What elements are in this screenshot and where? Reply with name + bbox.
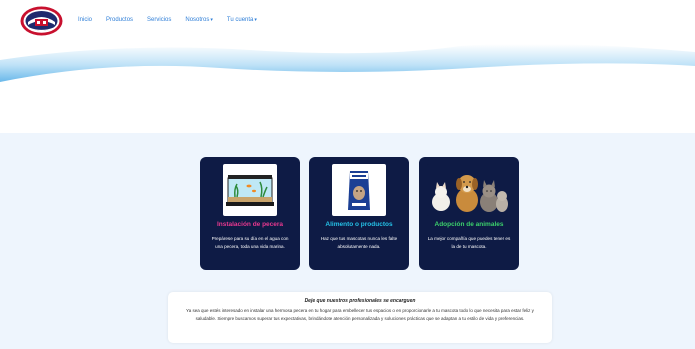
card-description: Prepárese para su día en el agua con una… [211, 236, 289, 249]
card-description: La mejor compañía que puedes tener es la… [427, 236, 511, 249]
card-title: Alimento o productos [325, 221, 393, 228]
header-wave [0, 44, 695, 82]
info-box: Deje que nuestros profesionales se encar… [168, 292, 552, 343]
aquarium-image [223, 164, 277, 216]
nav-link-servicios[interactable]: Servicios [147, 17, 171, 23]
card-title: Instalación de pecera [216, 221, 284, 228]
card-description: Haz que tus mascotas nunca les falte abs… [320, 236, 398, 249]
nav-links: Inicio Productos Servicios Nosotros▾ Tu … [78, 17, 271, 23]
info-text: Ya sea que estés interesado en instalar … [186, 308, 534, 321]
card-title: Adopción de animales [434, 221, 504, 228]
pet-food-bag-image [332, 164, 386, 216]
service-card-adopcion[interactable]: Adopción de animales La mejor compañía q… [419, 157, 519, 270]
nav-dropdown-nosotros[interactable]: Nosotros▾ [185, 17, 213, 23]
service-card-alimento[interactable]: Alimento o productos Haz que tus mascota… [309, 157, 409, 270]
pets-group-image [427, 164, 511, 216]
nav-link-productos[interactable]: Productos [106, 17, 133, 23]
brand-logo[interactable] [20, 6, 63, 36]
info-heading: Deje que nuestros profesionales se encar… [304, 298, 416, 304]
service-card-pecera[interactable]: Instalación de pecera Prepárese para su … [200, 157, 300, 270]
caret-down-icon: ▾ [210, 17, 213, 23]
nav-dropdown-tu-cuenta[interactable]: Tu cuenta▾ [227, 17, 257, 23]
caret-down-icon: ▾ [254, 17, 257, 23]
nav-link-inicio[interactable]: Inicio [78, 17, 92, 23]
navbar: Inicio Productos Servicios Nosotros▾ Tu … [0, 0, 695, 42]
